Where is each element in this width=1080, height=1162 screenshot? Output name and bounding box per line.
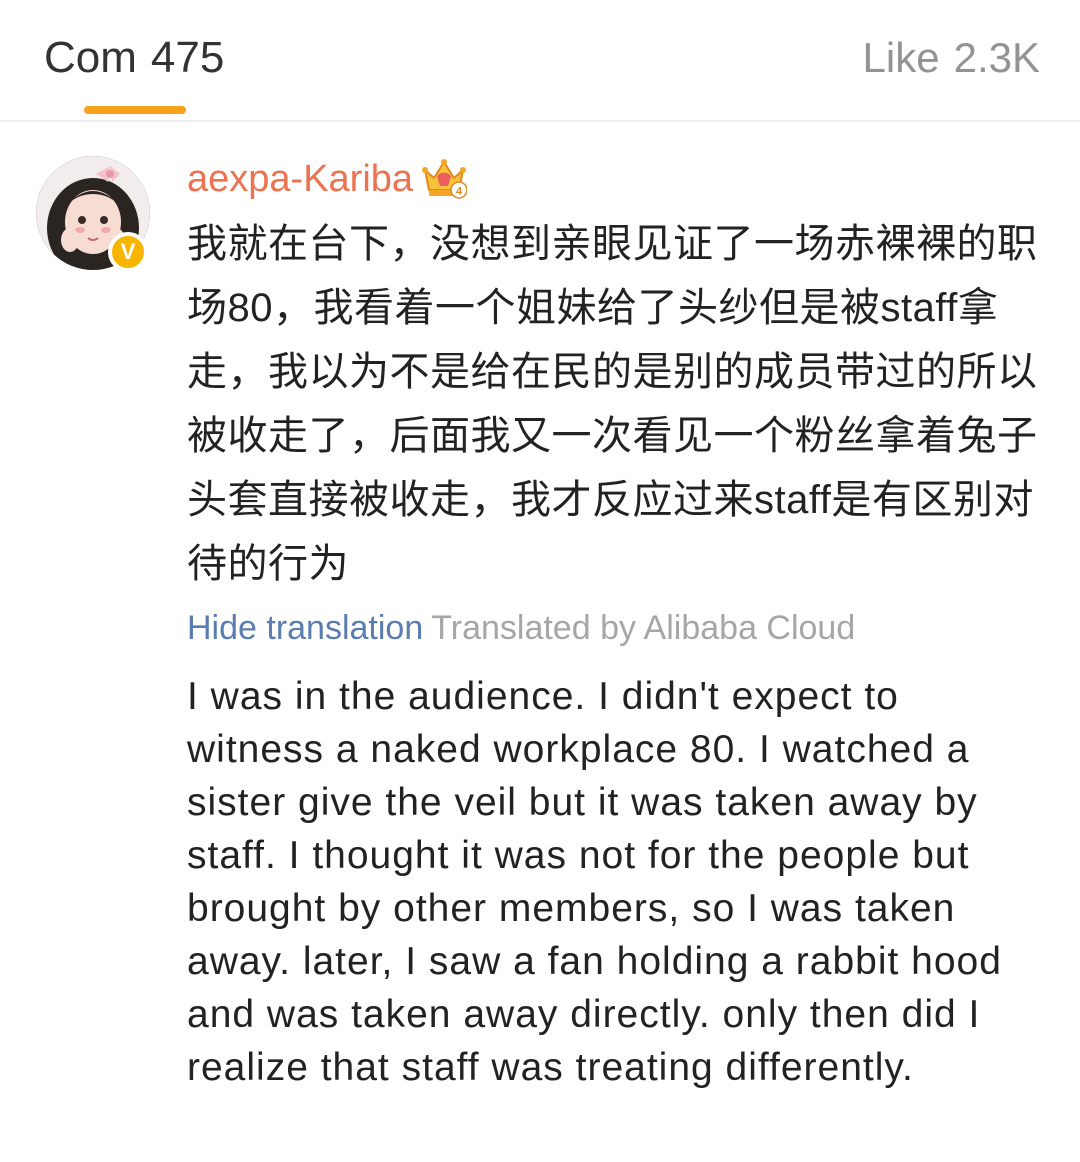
tab-comments[interactable]: Com 475: [44, 28, 224, 88]
tab-comments-count: 475: [150, 33, 225, 82]
hide-translation-link[interactable]: Hide translation: [187, 609, 423, 647]
vip-level: 4: [456, 186, 463, 198]
comment-translated-text: I was in the audience. I didn't expect t…: [187, 675, 1002, 1089]
translation-meta: Hide translation Translated by Alibaba Cl…: [187, 606, 855, 650]
tab-likes-label: Like: [862, 34, 940, 81]
tab-comments-label: Com: [44, 33, 137, 82]
translated-by-label: Translated by Alibaba Cloud: [431, 609, 856, 647]
comment-username[interactable]: aexpa-Kariba: [187, 154, 413, 204]
comment-like-tabs: Com 475 Like 2.3K: [0, 0, 1080, 122]
active-tab-indicator: [84, 106, 186, 114]
verified-v-icon: V: [108, 232, 148, 272]
comment-item: V aexpa-Kariba 4 我就在台下，没想到亲眼见证了一场赤裸裸的职场8…: [0, 124, 1080, 1162]
tab-likes-count: 2.3K: [953, 34, 1040, 81]
comment-original-text: 我就在台下，没想到亲眼见证了一场赤裸裸的职场80，我看着一个姐妹给了头纱但是被s…: [187, 222, 1038, 586]
tab-likes[interactable]: Like 2.3K: [863, 28, 1040, 88]
vip-crown-icon: 4: [422, 159, 467, 199]
